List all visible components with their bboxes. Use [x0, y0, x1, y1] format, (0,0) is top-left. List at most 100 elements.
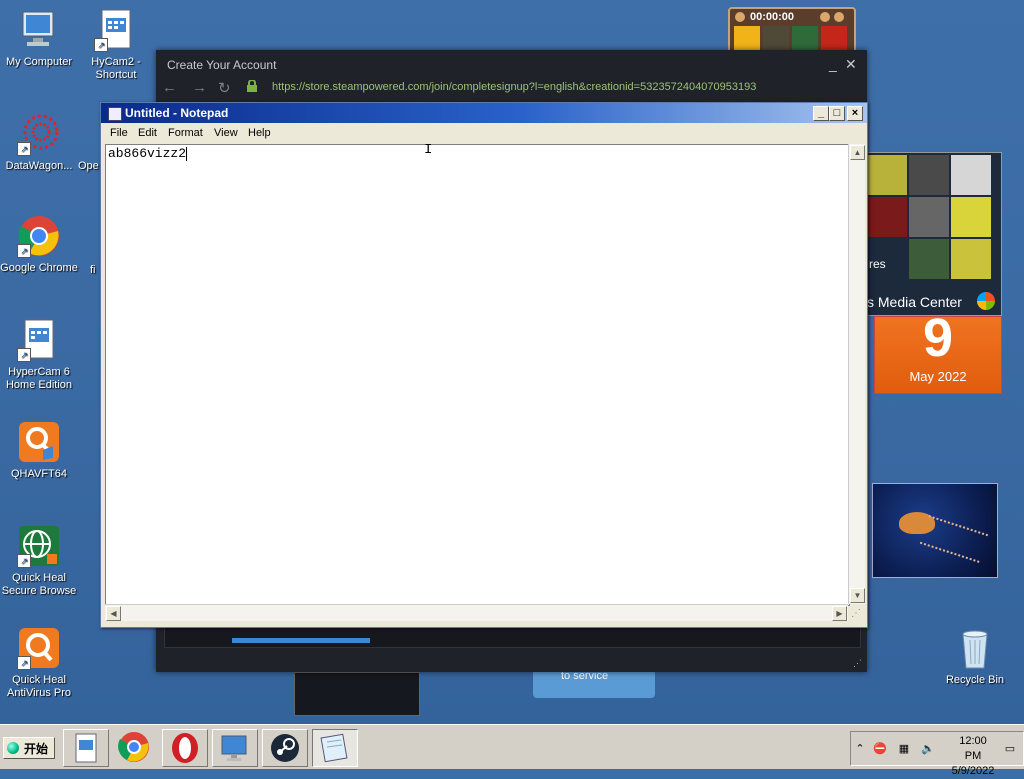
minimize-button[interactable]: _: [813, 106, 829, 121]
chrome-icon: ↗: [17, 214, 61, 258]
calendar-day: 9: [922, 308, 954, 368]
settings-icon[interactable]: [820, 12, 830, 22]
desktop-icon-my-computer[interactable]: My Computer: [0, 8, 78, 69]
taskbar-remote-desktop-button[interactable]: [212, 729, 258, 767]
media-center-text: res: [869, 257, 886, 271]
scroll-down-arrow-icon[interactable]: ▼: [850, 588, 865, 603]
vertical-scrollbar[interactable]: ▲ ▼: [848, 144, 865, 604]
desktop-icon-hycam2[interactable]: ↗ HyCam2 - Shortcut: [77, 8, 155, 82]
start-orb-icon: [7, 742, 19, 754]
network-icon[interactable]: ▦: [897, 742, 911, 756]
scroll-up-arrow-icon[interactable]: ▲: [850, 145, 865, 160]
menu-view[interactable]: View: [214, 127, 238, 139]
scroll-right-arrow-icon[interactable]: ▶: [832, 606, 847, 621]
taskbar-steam-button[interactable]: [262, 729, 308, 767]
background-window-fragment: [294, 672, 420, 716]
close-button[interactable]: ✕: [845, 56, 857, 73]
system-tray: ⌃ ⛔ ▦ 🔈 12:00 PM 5/9/2022 ▭: [850, 731, 1024, 777]
datawagon-icon: ↗: [17, 112, 61, 156]
taskbar: 开始 ⌃ ⛔ ▦ 🔈 12:00 PM 5/9/2022 ▭: [0, 724, 1024, 777]
calendar-gadget[interactable]: 9 May 2022: [874, 308, 1002, 394]
computer-icon: [17, 8, 61, 52]
document-icon: ↗: [94, 8, 138, 52]
ibeam-cursor-icon: I: [424, 142, 433, 158]
desktop: My Computer ↗ HyCam2 - Shortcut ↗ DataWa…: [0, 0, 1024, 724]
back-arrow-icon[interactable]: ←: [162, 79, 177, 96]
lock-icon: [247, 80, 257, 92]
shortcut-arrow-icon: ↗: [17, 656, 31, 670]
tray-clock[interactable]: 12:00 PM 5/9/2022: [951, 734, 995, 779]
media-center-gadget[interactable]: res s Media Center: [866, 152, 1002, 316]
volume-icon[interactable]: 🔈: [921, 742, 935, 756]
desktop-icon-opera-partial[interactable]: Ope: [78, 160, 102, 173]
shortcut-arrow-icon: ↗: [17, 554, 31, 568]
notepad-title: Untitled - Notepad: [125, 106, 229, 120]
tray-date: 5/9/2022: [951, 765, 995, 777]
menu-help[interactable]: Help: [248, 127, 271, 139]
desktop-icon-quick-heal-secure-browse[interactable]: ↗ Quick Heal Secure Browse: [0, 524, 78, 598]
show-desktop-icon[interactable]: ▭: [1003, 742, 1017, 756]
chrome-icon: [118, 732, 149, 762]
resize-grip-icon[interactable]: ⋰: [851, 608, 861, 619]
clock-gadget[interactable]: 00:00:00: [728, 7, 856, 55]
menu-edit[interactable]: Edit: [138, 127, 157, 139]
notepad-icon: [108, 107, 122, 121]
desktop-icon-recycle-bin[interactable]: Recycle Bin: [936, 626, 1014, 687]
close-button[interactable]: ×: [847, 106, 863, 121]
menu-format[interactable]: Format: [168, 127, 203, 139]
desktop-icon-label: Quick Heal Secure Browse: [1, 572, 77, 597]
desktop-icon-label: DataWagon...: [5, 160, 73, 172]
desktop-icon-qhavft64[interactable]: QHAVFT64: [0, 420, 78, 481]
opera-icon: [172, 733, 198, 763]
notepad-icon: [320, 733, 348, 763]
show-hidden-icons-icon[interactable]: ⌃: [853, 742, 867, 756]
desktop-icon-label: Google Chrome: [0, 262, 78, 274]
desktop-icon-label: QHAVFT64: [10, 468, 68, 480]
minimize-button[interactable]: _: [829, 56, 837, 72]
slideshow-gadget[interactable]: [872, 483, 998, 578]
shortcut-arrow-icon: ↗: [17, 348, 31, 362]
desktop-icon-hypercam6[interactable]: ↗ HyperCam 6 Home Edition: [0, 318, 78, 392]
desktop-icon-label: My Computer: [5, 56, 73, 68]
quick-heal-icon: [17, 420, 61, 464]
notepad-text-area[interactable]: ab866vizz2: [105, 144, 850, 606]
tray-time: 12:00 PM: [959, 735, 987, 762]
notepad-window[interactable]: Untitled - Notepad _ □ × File Edit Forma…: [100, 102, 868, 628]
scroll-left-arrow-icon[interactable]: ◀: [106, 606, 121, 621]
desktop-icon-label: Recycle Bin: [945, 674, 1005, 686]
notepad-title-bar[interactable]: Untitled - Notepad _ □ ×: [101, 103, 867, 123]
shortcut-arrow-icon: ↗: [94, 38, 108, 52]
security-alert-icon[interactable]: ⛔: [873, 742, 887, 756]
help-icon[interactable]: [834, 12, 844, 22]
desktop-icon-datawagon[interactable]: ↗ DataWagon...: [0, 112, 78, 173]
notepad-menu-bar: File Edit Format View Help: [101, 124, 867, 142]
taskbar-hycam-button[interactable]: [63, 729, 109, 767]
start-button[interactable]: 开始: [3, 737, 55, 759]
steam-window-title: Create Your Account: [167, 58, 277, 72]
maximize-button[interactable]: □: [829, 106, 845, 121]
resize-grip-icon[interactable]: ⋰: [853, 658, 862, 669]
taskbar-opera-button[interactable]: [162, 729, 208, 767]
desktop-icon-quick-heal-antivirus[interactable]: ↗ Quick Heal AntiVirus Pro: [0, 626, 78, 700]
clock-time: 00:00:00: [750, 11, 795, 23]
monitor-icon: [221, 735, 247, 761]
desktop-icon-google-chrome[interactable]: ↗ Google Chrome: [0, 214, 78, 275]
forward-arrow-icon[interactable]: →: [192, 79, 207, 96]
steam-url: https://store.steampowered.com/join/comp…: [272, 81, 757, 93]
shortcut-arrow-icon: ↗: [17, 142, 31, 156]
taskbar-notepad-button[interactable]: [312, 729, 358, 767]
document-icon: [75, 733, 97, 763]
calendar-month: May 2022: [909, 369, 967, 384]
text-caret: [186, 146, 188, 161]
document-icon: ↗: [17, 318, 61, 362]
background-window-fragment: to service: [533, 670, 655, 698]
desktop-icon-label: Ope: [78, 160, 99, 172]
start-label: 开始: [24, 742, 49, 756]
globe-icon: ↗: [17, 524, 61, 568]
steam-icon: [271, 734, 299, 762]
menu-file[interactable]: File: [110, 127, 128, 139]
reload-icon[interactable]: ↻: [218, 79, 231, 97]
horizontal-scrollbar[interactable]: ◀ ▶: [105, 604, 848, 621]
clock-icon: [735, 12, 745, 22]
taskbar-chrome-button[interactable]: [112, 729, 156, 765]
